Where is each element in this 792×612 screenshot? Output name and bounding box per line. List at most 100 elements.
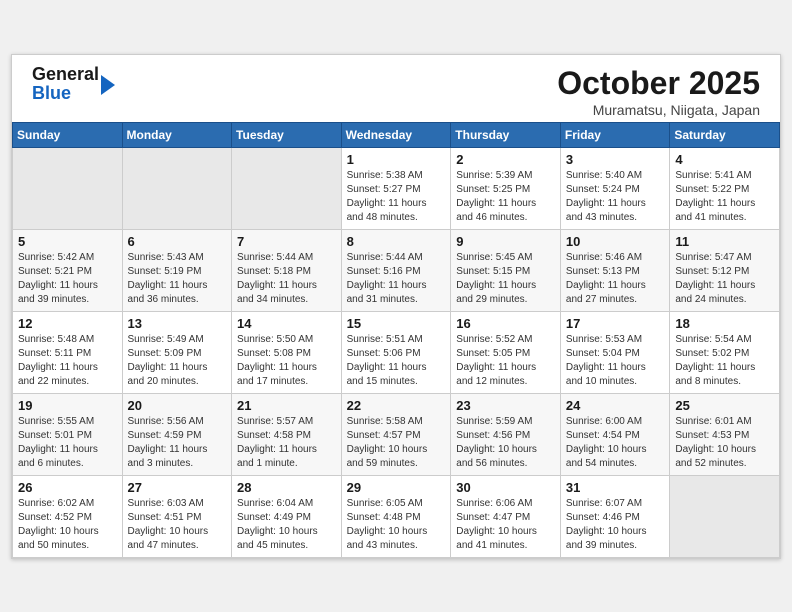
day-number: 5 [18,234,117,249]
day-number: 24 [566,398,664,413]
day-cell: 29 Sunrise: 6:05 AM Sunset: 4:48 PM Dayli… [341,475,451,557]
day-info: Sunrise: 6:06 AM Sunset: 4:47 PM Dayligh… [456,497,555,553]
day-cell [13,147,123,229]
day-cell: 25 Sunrise: 6:01 AM Sunset: 4:53 PM Dayli… [670,393,780,475]
day-cell: 4 Sunrise: 5:41 AM Sunset: 5:22 PM Daylig… [670,147,780,229]
day-number: 16 [456,316,555,331]
day-cell [122,147,232,229]
weekday-tuesday: Tuesday [232,122,342,147]
day-number: 8 [347,234,446,249]
day-info: Sunrise: 6:05 AM Sunset: 4:48 PM Dayligh… [347,497,446,553]
day-number: 28 [237,480,336,495]
day-cell: 1 Sunrise: 5:38 AM Sunset: 5:27 PM Daylig… [341,147,451,229]
day-number: 2 [456,152,555,167]
day-number: 6 [128,234,227,249]
day-cell [670,475,780,557]
day-number: 15 [347,316,446,331]
day-number: 7 [237,234,336,249]
day-info: Sunrise: 6:01 AM Sunset: 4:53 PM Dayligh… [675,415,774,471]
day-cell: 11 Sunrise: 5:47 AM Sunset: 5:12 PM Dayli… [670,229,780,311]
day-number: 11 [675,234,774,249]
day-number: 20 [128,398,227,413]
week-row-1: 1 Sunrise: 5:38 AM Sunset: 5:27 PM Daylig… [13,147,780,229]
day-info: Sunrise: 6:00 AM Sunset: 4:54 PM Dayligh… [566,415,664,471]
day-number: 26 [18,480,117,495]
day-cell: 24 Sunrise: 6:00 AM Sunset: 4:54 PM Dayli… [560,393,669,475]
day-number: 27 [128,480,227,495]
day-info: Sunrise: 5:38 AM Sunset: 5:27 PM Dayligh… [347,169,446,225]
day-number: 17 [566,316,664,331]
day-info: Sunrise: 5:39 AM Sunset: 5:25 PM Dayligh… [456,169,555,225]
day-cell: 6 Sunrise: 5:43 AM Sunset: 5:19 PM Daylig… [122,229,232,311]
day-cell: 3Sunrise: 5:40 AM Sunset: 5:24 PM Daylig… [560,147,669,229]
logo-blue: Blue [32,84,99,104]
day-cell: 26 Sunrise: 6:02 AM Sunset: 4:52 PM Dayli… [13,475,123,557]
week-row-5: 26 Sunrise: 6:02 AM Sunset: 4:52 PM Dayli… [13,475,780,557]
day-info: Sunrise: 5:44 AM Sunset: 5:16 PM Dayligh… [347,251,446,307]
day-number: 1 [347,152,446,167]
day-number: 13 [128,316,227,331]
day-number: 23 [456,398,555,413]
day-info: Sunrise: 5:55 AM Sunset: 5:01 PM Dayligh… [18,415,117,471]
day-number: 18 [675,316,774,331]
day-info: Sunrise: 5:51 AM Sunset: 5:06 PM Dayligh… [347,333,446,389]
day-number: 30 [456,480,555,495]
day-cell: 22Sunrise: 5:58 AM Sunset: 4:57 PM Dayli… [341,393,451,475]
day-number: 4 [675,152,774,167]
day-cell: 27 Sunrise: 6:03 AM Sunset: 4:51 PM Dayli… [122,475,232,557]
day-cell: 10 Sunrise: 5:46 AM Sunset: 5:13 PM Dayli… [560,229,669,311]
day-number: 25 [675,398,774,413]
day-cell: 23 Sunrise: 5:59 AM Sunset: 4:56 PM Dayli… [451,393,561,475]
day-info: Sunrise: 5:53 AM Sunset: 5:04 PM Dayligh… [566,333,664,389]
title-section: October 2025 Muramatsu, Niigata, Japan [557,65,760,118]
day-number: 14 [237,316,336,331]
week-row-3: 12 Sunrise: 5:48 AM Sunset: 5:11 PM Dayli… [13,311,780,393]
week-row-2: 5Sunrise: 5:42 AM Sunset: 5:21 PM Daylig… [13,229,780,311]
week-row-4: 19Sunrise: 5:55 AM Sunset: 5:01 PM Dayli… [13,393,780,475]
day-info: Sunrise: 5:45 AM Sunset: 5:15 PM Dayligh… [456,251,555,307]
day-cell [232,147,342,229]
calendar-container: General Blue October 2025 Muramatsu, Nii… [11,54,781,559]
calendar-table: SundayMondayTuesdayWednesdayThursdayFrid… [12,122,780,558]
day-info: Sunrise: 6:04 AM Sunset: 4:49 PM Dayligh… [237,497,336,553]
day-info: Sunrise: 6:03 AM Sunset: 4:51 PM Dayligh… [128,497,227,553]
day-number: 29 [347,480,446,495]
day-cell: 9 Sunrise: 5:45 AM Sunset: 5:15 PM Daylig… [451,229,561,311]
day-number: 10 [566,234,664,249]
month-title: October 2025 [557,65,760,102]
weekday-sunday: Sunday [13,122,123,147]
day-number: 9 [456,234,555,249]
day-info: Sunrise: 5:46 AM Sunset: 5:13 PM Dayligh… [566,251,664,307]
day-info: Sunrise: 5:47 AM Sunset: 5:12 PM Dayligh… [675,251,774,307]
day-info: Sunrise: 5:59 AM Sunset: 4:56 PM Dayligh… [456,415,555,471]
weekday-header-row: SundayMondayTuesdayWednesdayThursdayFrid… [13,122,780,147]
day-cell: 15 Sunrise: 5:51 AM Sunset: 5:06 PM Dayli… [341,311,451,393]
day-cell: 13 Sunrise: 5:49 AM Sunset: 5:09 PM Dayli… [122,311,232,393]
day-cell: 19Sunrise: 5:55 AM Sunset: 5:01 PM Dayli… [13,393,123,475]
logo-arrow-icon [101,75,115,95]
day-info: Sunrise: 5:43 AM Sunset: 5:19 PM Dayligh… [128,251,227,307]
day-number: 3 [566,152,664,167]
day-info: Sunrise: 5:41 AM Sunset: 5:22 PM Dayligh… [675,169,774,225]
day-cell: 28 Sunrise: 6:04 AM Sunset: 4:49 PM Dayli… [232,475,342,557]
day-cell: 17 Sunrise: 5:53 AM Sunset: 5:04 PM Dayli… [560,311,669,393]
day-info: Sunrise: 5:48 AM Sunset: 5:11 PM Dayligh… [18,333,117,389]
day-info: Sunrise: 5:44 AM Sunset: 5:18 PM Dayligh… [237,251,336,307]
day-cell: 20Sunrise: 5:56 AM Sunset: 4:59 PM Dayli… [122,393,232,475]
day-info: Sunrise: 5:52 AM Sunset: 5:05 PM Dayligh… [456,333,555,389]
day-number: 12 [18,316,117,331]
day-cell: 5Sunrise: 5:42 AM Sunset: 5:21 PM Daylig… [13,229,123,311]
weekday-saturday: Saturday [670,122,780,147]
day-info: Sunrise: 5:50 AM Sunset: 5:08 PM Dayligh… [237,333,336,389]
calendar-header: General Blue October 2025 Muramatsu, Nii… [12,55,780,122]
day-cell: 12 Sunrise: 5:48 AM Sunset: 5:11 PM Dayli… [13,311,123,393]
logo: General Blue [32,65,115,105]
day-cell: 7 Sunrise: 5:44 AM Sunset: 5:18 PM Daylig… [232,229,342,311]
day-cell: 31Sunrise: 6:07 AM Sunset: 4:46 PM Dayli… [560,475,669,557]
logo-text: General Blue [32,65,99,105]
day-cell: 16 Sunrise: 5:52 AM Sunset: 5:05 PM Dayli… [451,311,561,393]
day-cell: 18Sunrise: 5:54 AM Sunset: 5:02 PM Dayli… [670,311,780,393]
day-info: Sunrise: 6:02 AM Sunset: 4:52 PM Dayligh… [18,497,117,553]
location: Muramatsu, Niigata, Japan [557,102,760,118]
day-info: Sunrise: 5:49 AM Sunset: 5:09 PM Dayligh… [128,333,227,389]
